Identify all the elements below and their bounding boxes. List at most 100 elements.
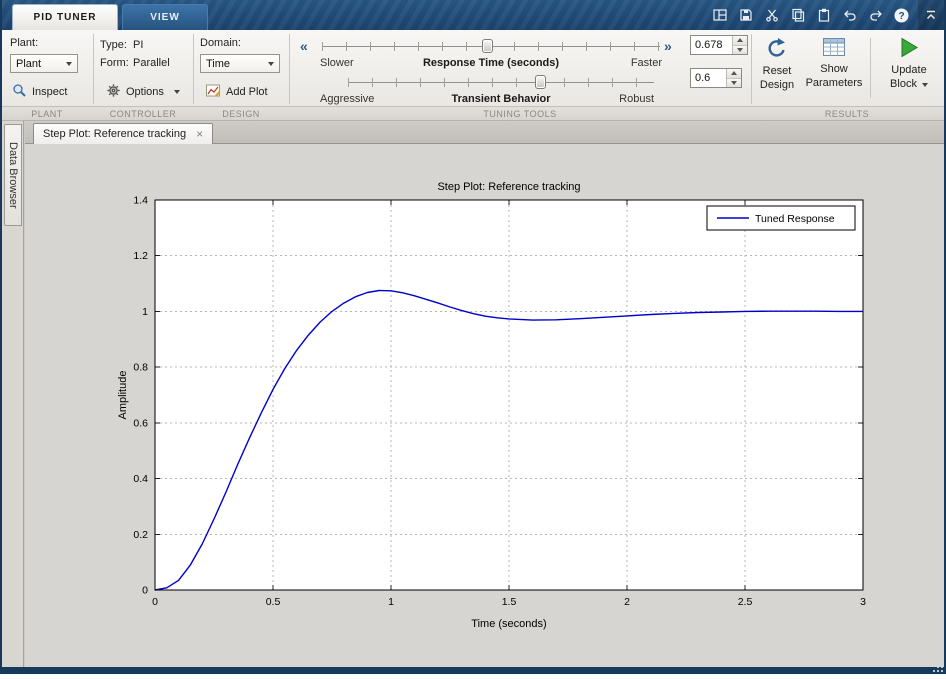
play-icon [898, 36, 920, 63]
window-content: PID TUNER VIEW [2, 0, 944, 667]
options-button[interactable]: Options [101, 80, 185, 104]
response-time-value[interactable]: 0.678 [691, 36, 732, 54]
section-label-plant: PLANT [31, 109, 63, 119]
transient-behavior-value[interactable]: 0.6 [691, 69, 726, 87]
chevron-up-icon [924, 8, 938, 22]
ribbon: Plant: Plant Inspect Type: PI Form: Para… [2, 30, 944, 121]
close-icon[interactable]: × [196, 127, 203, 141]
domain-dropdown-value: Time [206, 58, 230, 70]
quick-access-toolbar: ? [711, 0, 910, 30]
transient-behavior-slider[interactable] [348, 74, 654, 90]
form-value: Parallel [133, 57, 170, 69]
section-divider [289, 34, 290, 104]
inspect-button[interactable]: Inspect [7, 80, 72, 104]
triangle-up-icon [731, 71, 737, 75]
triangle-down-icon [737, 48, 743, 52]
chevron-down-icon [174, 90, 180, 94]
svg-text:0.4: 0.4 [133, 473, 148, 485]
robust-label: Robust [594, 93, 654, 105]
svg-text:1.4: 1.4 [133, 195, 148, 207]
section-divider [193, 34, 194, 104]
svg-text:Amplitude: Amplitude [117, 371, 129, 420]
data-browser-strip[interactable]: Data Browser [2, 121, 24, 667]
plant-dropdown[interactable]: Plant [10, 54, 78, 73]
svg-text:0: 0 [152, 596, 158, 608]
response-time-label: Response Time (seconds) [322, 57, 660, 69]
table-icon [822, 36, 846, 62]
paste-icon[interactable] [815, 7, 832, 24]
svg-text:Step Plot: Reference tracking: Step Plot: Reference tracking [437, 181, 580, 193]
data-browser-tab[interactable]: Data Browser [4, 124, 22, 226]
ribbon-section-strip: PLANT CONTROLLER DESIGN TUNING TOOLS RES… [2, 106, 944, 120]
svg-text:0.2: 0.2 [133, 529, 148, 541]
spin-up-button[interactable] [727, 69, 741, 78]
type-label: Type: [100, 39, 127, 51]
redo-icon[interactable] [867, 7, 884, 24]
undo-icon[interactable] [841, 7, 858, 24]
svg-text:Time (seconds): Time (seconds) [471, 618, 546, 630]
spinner-arrows [732, 36, 747, 54]
options-label: Options [126, 86, 164, 98]
transient-behavior-slider-knob[interactable] [535, 75, 546, 89]
slower-fast-step-button[interactable]: « [300, 38, 308, 54]
plant-label: Plant: [10, 37, 38, 49]
magnifier-icon [12, 83, 27, 101]
type-value: PI [133, 39, 143, 51]
svg-text:0.8: 0.8 [133, 362, 148, 374]
transient-behavior-spinbox[interactable]: 0.6 [690, 68, 742, 88]
chevron-down-icon [66, 62, 72, 66]
document-tab[interactable]: Step Plot: Reference tracking × [33, 123, 213, 144]
reset-design-button[interactable]: Reset Design [754, 36, 800, 92]
cut-icon[interactable] [763, 7, 780, 24]
section-label-design: DESIGN [222, 109, 260, 119]
response-time-slider-knob[interactable] [482, 39, 493, 53]
svg-text:2: 2 [624, 596, 630, 608]
update-block-button[interactable]: Update Block [877, 36, 941, 91]
spin-down-button[interactable] [727, 78, 741, 88]
document-tabbar: Step Plot: Reference tracking × [25, 121, 944, 144]
form-label: Form: [100, 57, 129, 69]
section-divider [751, 34, 752, 104]
spin-up-button[interactable] [733, 36, 747, 45]
svg-text:0: 0 [142, 585, 148, 597]
save-icon[interactable] [737, 7, 754, 24]
response-time-spinbox[interactable]: 0.678 [690, 35, 748, 55]
triangle-up-icon [737, 38, 743, 42]
response-time-slider[interactable] [322, 38, 660, 54]
faster-fast-step-button[interactable]: » [664, 38, 672, 54]
section-label-results: RESULTS [825, 109, 869, 119]
tab-pid-tuner[interactable]: PID TUNER [12, 4, 118, 30]
triangle-down-icon [731, 81, 737, 85]
pid-tuner-window: PID TUNER VIEW [0, 0, 946, 674]
update-block-label-row: Block [890, 78, 928, 91]
layout-grid-icon[interactable] [711, 7, 728, 24]
document-area: Step Plot: Reference tracking × 00.511.5… [25, 121, 944, 667]
add-plot-icon [205, 83, 221, 101]
chevron-down-icon [268, 62, 274, 66]
show-parameters-button[interactable]: Show Parameters [803, 36, 865, 90]
reset-icon [765, 36, 789, 64]
svg-text:1.2: 1.2 [133, 250, 148, 262]
add-plot-label: Add Plot [226, 86, 268, 98]
section-label-controller: CONTROLLER [110, 109, 177, 119]
section-label-tuning-tools: TUNING TOOLS [483, 109, 556, 119]
section-divider [93, 34, 94, 104]
button-divider [870, 38, 871, 98]
update-block-label-1: Update [891, 64, 926, 77]
spinner-arrows [726, 69, 741, 87]
inspect-label: Inspect [32, 86, 67, 98]
spin-down-button[interactable] [733, 45, 747, 55]
copy-icon[interactable] [789, 7, 806, 24]
add-plot-button[interactable]: Add Plot [200, 80, 273, 104]
tab-view[interactable]: VIEW [122, 4, 208, 30]
domain-dropdown[interactable]: Time [200, 54, 280, 73]
show-parameters-label-2: Parameters [806, 77, 863, 90]
collapse-ribbon-button[interactable] [918, 0, 944, 30]
faster-label: Faster [612, 57, 662, 69]
resize-grip[interactable] [931, 660, 945, 674]
toolstrip-tabbar: PID TUNER VIEW [2, 0, 944, 30]
main-area: Data Browser Step Plot: Reference tracki… [2, 121, 944, 667]
help-icon[interactable]: ? [893, 7, 910, 24]
gear-icon [106, 83, 121, 101]
svg-text:0.6: 0.6 [133, 417, 148, 429]
